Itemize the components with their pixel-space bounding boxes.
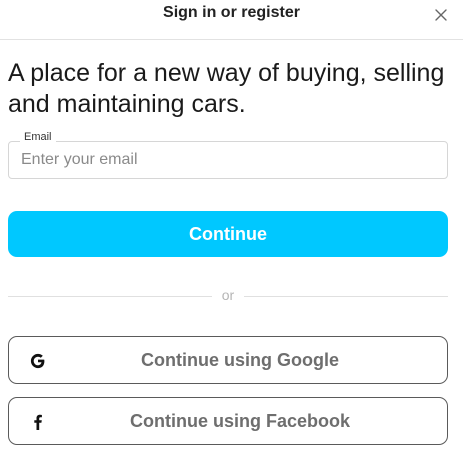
facebook-button-label: Continue using Facebook xyxy=(129,411,350,431)
close-button[interactable] xyxy=(433,7,449,23)
continue-button[interactable]: Continue xyxy=(8,211,448,257)
or-divider: or xyxy=(8,287,448,305)
email-input[interactable] xyxy=(8,141,448,179)
email-label: Email xyxy=(20,131,56,143)
headline: A place for a new way of buying, selling… xyxy=(8,59,445,118)
divider-line-right xyxy=(244,296,448,297)
continue-with-google-button[interactable]: Continue using Google xyxy=(8,336,448,384)
google-button-label: Continue using Google xyxy=(141,350,339,370)
dialog-title: Sign in or register xyxy=(163,4,300,21)
continue-with-facebook-button[interactable]: Continue using Facebook xyxy=(8,397,448,445)
close-icon xyxy=(435,9,447,21)
sign-in-dialog: Sign in or register A place for a new wa… xyxy=(0,0,463,464)
dialog-header: Sign in or register xyxy=(0,0,463,40)
divider-text: or xyxy=(221,287,235,303)
email-field: Email xyxy=(8,131,448,179)
